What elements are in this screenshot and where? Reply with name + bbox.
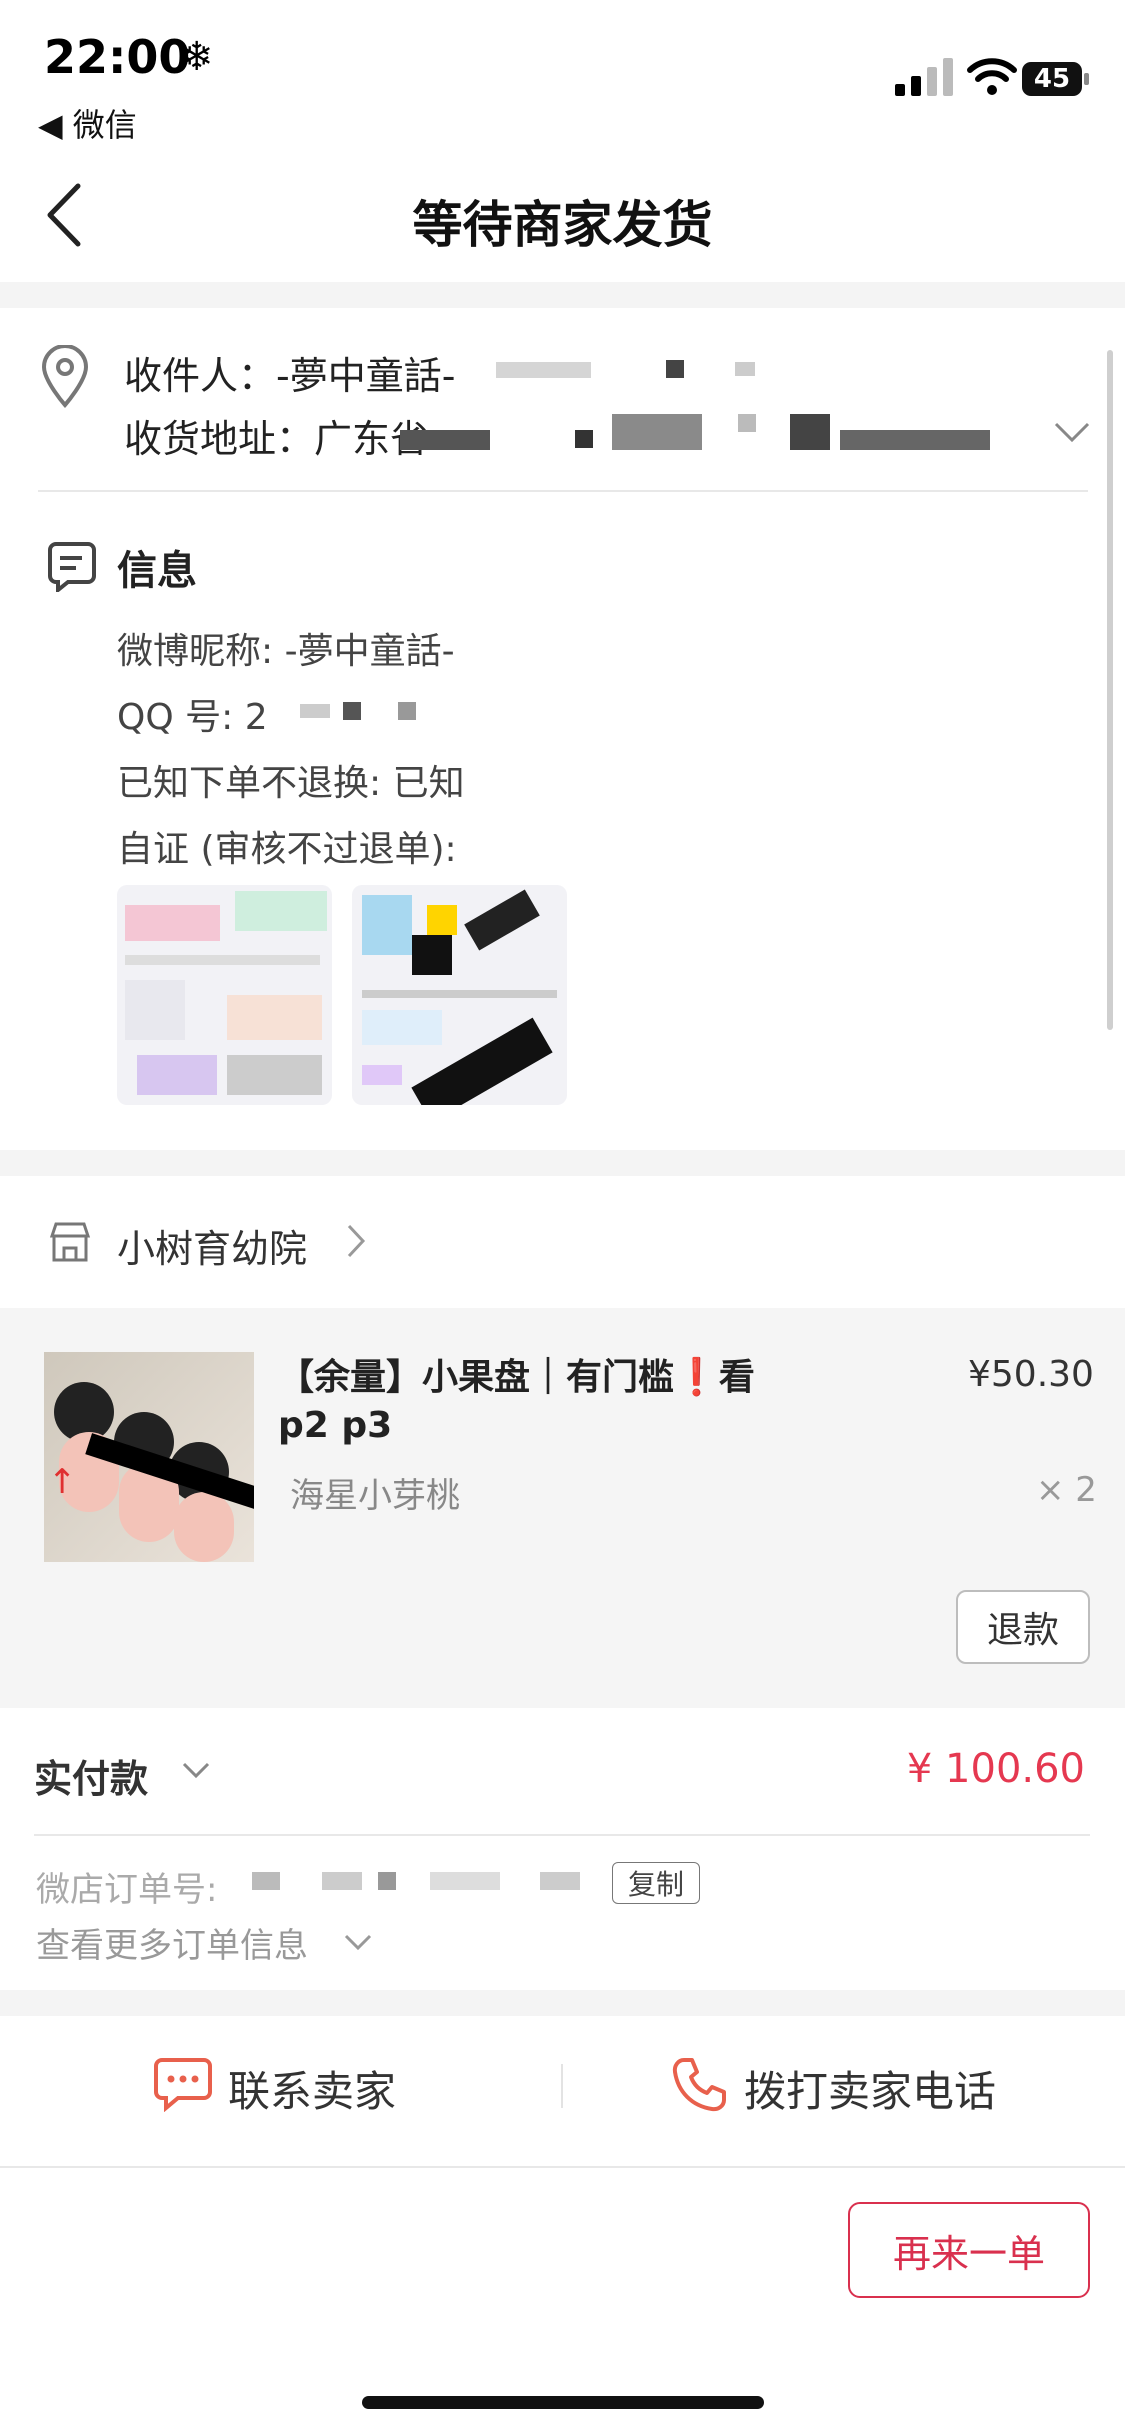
location-pin-icon bbox=[41, 345, 89, 409]
divider bbox=[34, 1834, 1090, 1836]
section-gap bbox=[0, 1150, 1125, 1176]
divider bbox=[38, 490, 1088, 492]
address-line: 收货地址：广东省 bbox=[124, 417, 429, 461]
snowflake-icon: ❄ bbox=[180, 34, 214, 80]
chat-bubble-icon bbox=[154, 2058, 212, 2112]
product-price: ¥50.30 bbox=[968, 1354, 1094, 1395]
home-indicator[interactable] bbox=[362, 2396, 764, 2409]
back-to-wechat-link[interactable]: ◀ 微信 bbox=[38, 100, 137, 146]
divider bbox=[561, 2064, 563, 2108]
scrollbar[interactable] bbox=[1107, 350, 1113, 1030]
message-note-icon bbox=[48, 542, 96, 592]
product-sku: 海星小芽桃 bbox=[290, 1476, 460, 1516]
expand-address-chevron-icon[interactable] bbox=[1052, 418, 1092, 446]
product-title[interactable]: 【余量】小果盘｜有门槛❗看 p2 p3 bbox=[278, 1354, 798, 1450]
battery-level: 45 bbox=[1033, 64, 1071, 94]
info-known: 已知下单不退换: 已知 bbox=[117, 763, 465, 804]
more-order-info-label: 查看更多订单信息 bbox=[36, 1926, 308, 1966]
chevron-right-icon bbox=[347, 1224, 366, 1258]
recipient-line: 收件人：-夢中童話- bbox=[124, 354, 456, 398]
shop-name: 小树育幼院 bbox=[117, 1227, 308, 1271]
chevron-down-icon bbox=[182, 1762, 210, 1779]
copy-order-number-button[interactable]: 复制 bbox=[612, 1862, 700, 1904]
product-quantity: × 2 bbox=[1036, 1470, 1097, 1510]
wifi-icon bbox=[967, 58, 1017, 95]
page-title: 等待商家发货 bbox=[412, 196, 713, 254]
chevron-down-icon bbox=[344, 1934, 372, 1951]
contact-seller-label: 联系卖家 bbox=[228, 2067, 397, 2116]
status-time: 22:00 bbox=[44, 30, 191, 84]
info-proof: 自证 (审核不过退单): bbox=[117, 829, 457, 870]
info-weibo: 微博昵称: -夢中童話- bbox=[117, 631, 455, 672]
paid-label: 实付款 bbox=[34, 1757, 149, 1801]
section-gap bbox=[0, 282, 1125, 308]
product-image[interactable]: ↑ bbox=[44, 1352, 254, 1562]
order-number-label: 微店订单号: bbox=[36, 1870, 218, 1910]
info-qq: QQ 号: 2 bbox=[117, 697, 268, 738]
phone-icon bbox=[672, 2058, 726, 2112]
proof-image-2[interactable] bbox=[352, 885, 567, 1105]
shop-icon bbox=[49, 1222, 91, 1262]
paid-amount: ¥ 100.60 bbox=[906, 1746, 1085, 1792]
reorder-button[interactable]: 再来一单 bbox=[848, 2202, 1090, 2298]
call-seller-label: 拨打卖家电话 bbox=[744, 2067, 997, 2116]
section-gap bbox=[0, 1990, 1125, 2016]
refund-button[interactable]: 退款 bbox=[956, 1590, 1090, 1664]
proof-image-1[interactable] bbox=[117, 885, 332, 1105]
divider bbox=[0, 2166, 1125, 2168]
cellular-signal-icon bbox=[895, 58, 953, 96]
battery-icon: 45 bbox=[1022, 62, 1092, 98]
info-title: 信息 bbox=[117, 548, 197, 594]
